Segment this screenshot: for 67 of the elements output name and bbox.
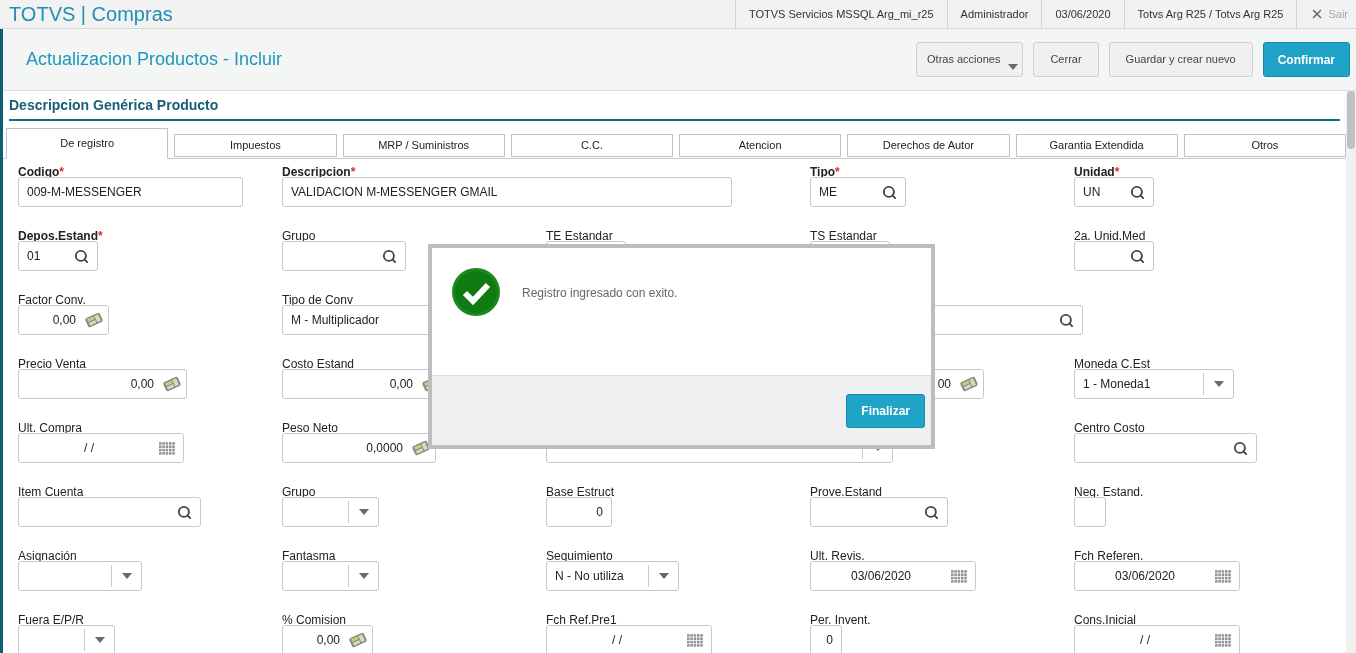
number-field[interactable]: 0,0000 [282, 433, 436, 463]
field-label: Fuera E/P/R [18, 613, 85, 627]
date-field[interactable]: / / [1074, 625, 1240, 653]
date-field[interactable]: / / [18, 433, 184, 463]
field-label: Precio Venta [18, 357, 87, 371]
field-label: Ult. Revis. [810, 549, 865, 563]
field-label: Per. Invent. [810, 613, 871, 627]
date-field[interactable]: 03/06/2020 [1074, 561, 1240, 591]
field-label: Cons.Inicial [1074, 613, 1137, 627]
field-label: Costo Estand [282, 357, 355, 371]
number-field[interactable]: 0,00 [282, 625, 373, 653]
tab[interactable]: Derechos de Autor [847, 134, 1010, 157]
text-field[interactable]: 009-M-MESSENGER [18, 177, 243, 207]
field-label: Asignación [18, 549, 77, 563]
search-field[interactable]: UN [1074, 177, 1154, 207]
session-info: 03/06/2020 [1041, 0, 1124, 29]
dropdown-field[interactable]: 1 - Moneda1 [1074, 369, 1234, 399]
tab[interactable]: MRP / Suministros [342, 134, 505, 157]
field-label: Tipo de Conv [282, 293, 353, 307]
action-button[interactable]: Cerrar [1033, 42, 1099, 77]
menu-button[interactable]: Otras acciones [916, 42, 1024, 77]
field-label: Seguimiento [546, 549, 613, 563]
tab[interactable]: Atencion [679, 134, 842, 157]
section-title: Descripcion Genérica Producto [9, 95, 1340, 121]
tab[interactable]: De registro [6, 128, 169, 159]
date-field[interactable]: / / [546, 625, 712, 653]
field-label: Grupo [282, 229, 316, 243]
tab[interactable]: Garantia Extendida [1015, 134, 1178, 157]
dropdown-field[interactable]: N - No utiliza [546, 561, 679, 591]
field-label: Depos.Estand* [18, 229, 103, 243]
session-info: TOTVS Servicios MSSQL Arg_mi_r25 [734, 0, 947, 29]
field-label: Unidad* [1074, 165, 1120, 179]
tab[interactable]: Impuestos [174, 134, 337, 157]
session-info: Totvs Arg R25 / Totvs Arg R25 [1123, 0, 1297, 29]
field-label: Fch Referen. [1074, 549, 1144, 563]
field-label: Prove.Estand [810, 485, 883, 499]
field-label: Item Cuenta [18, 485, 84, 499]
input-field[interactable]: 0 [546, 497, 612, 527]
field-label: Tipo* [810, 165, 840, 179]
date-field[interactable]: 03/06/2020 [810, 561, 976, 591]
field-label: Descripcion* [282, 165, 356, 179]
dialog-message: Registro ingresado con exito. [522, 285, 678, 302]
input-field[interactable]: 0 [810, 625, 842, 653]
field-label: TE Estandar [546, 229, 613, 243]
field-label: Fch Ref.Pre1 [546, 613, 617, 627]
field-label: Peso Neto [282, 421, 339, 435]
field-label: Centro Costo [1074, 421, 1145, 435]
field-label: Moneda C.Est [1074, 357, 1151, 371]
field-label: Grupo [282, 485, 316, 499]
field-label: Base Estruct [546, 485, 615, 499]
field-label: TS Estandar [810, 229, 877, 243]
app-title: TOTVS | Compras [8, 2, 174, 27]
page-title: Actualizacion Productos - Incluir [26, 48, 284, 71]
text-field[interactable]: VALIDACION M-MESSENGER GMAIL [282, 177, 732, 207]
field-label: % Comision [282, 613, 347, 627]
field-label: Fantasma [282, 549, 336, 563]
search-field[interactable]: 01 [18, 241, 98, 271]
session-info: Administrador [946, 0, 1042, 29]
search-field[interactable]: ME [810, 177, 906, 207]
number-field[interactable]: 0,00 [18, 305, 109, 335]
tab[interactable]: C.C. [510, 134, 673, 157]
number-field[interactable]: 0,00 [18, 369, 187, 399]
field-label: Factor Conv. [18, 293, 86, 307]
field-label: 2a. Unid.Med [1074, 229, 1146, 243]
action-button[interactable]: Guardar y crear nuevo [1108, 42, 1253, 77]
tab[interactable]: Otros [1183, 134, 1346, 157]
field-label: Ult. Compra [18, 421, 82, 435]
